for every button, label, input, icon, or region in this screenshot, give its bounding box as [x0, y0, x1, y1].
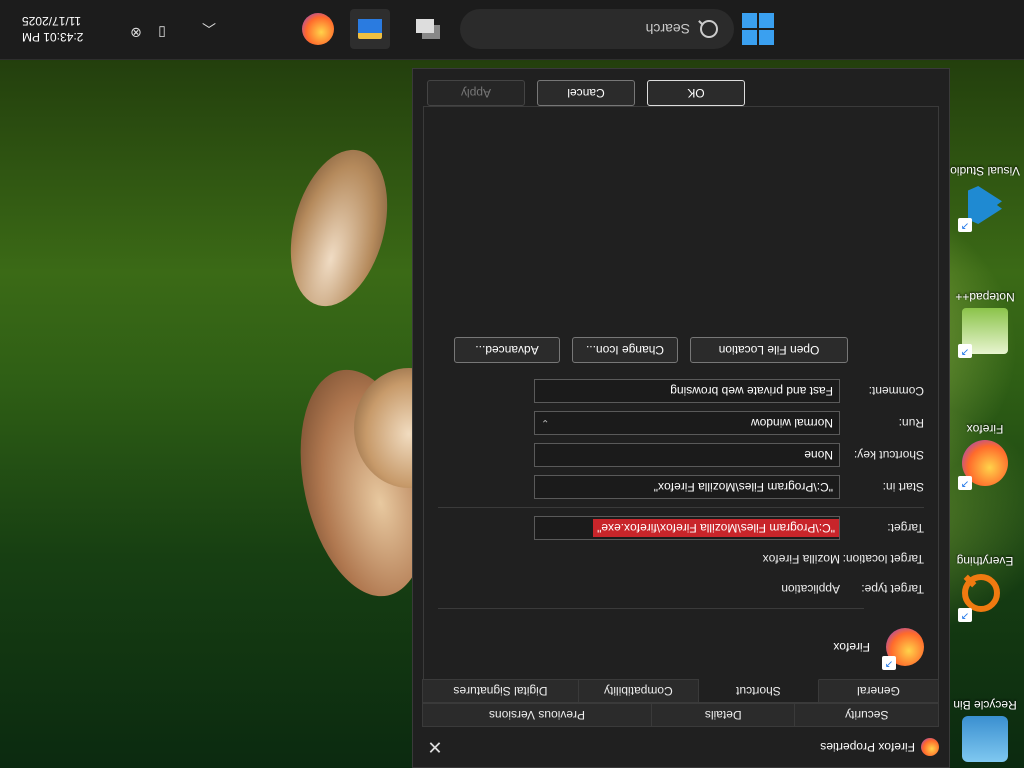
notepad-plus-plus-icon: ↗	[958, 308, 1008, 358]
change-icon-button[interactable]: Change Icon...	[572, 337, 678, 363]
advanced-button[interactable]: Advanced...	[454, 337, 560, 363]
desktop-icon-label: Visual Studio Code	[950, 164, 1020, 178]
chevron-up-icon[interactable]: ︿	[202, 19, 216, 39]
shortcut-arrow-icon: ↗	[958, 608, 972, 622]
network-disconnected-icon[interactable]: ⊗	[126, 21, 146, 41]
shortcut-arrow-icon: ↗	[882, 656, 896, 670]
app-name: Firefox	[833, 640, 870, 654]
open-file-location-button[interactable]: Open File Location	[690, 337, 848, 363]
firefox-icon	[921, 738, 939, 756]
battery-icon[interactable]: ▯	[152, 21, 172, 41]
ok-button[interactable]: OK	[647, 80, 745, 106]
desktop-icon-label: Notepad++	[955, 290, 1015, 304]
comment-field[interactable]: Fast and private web browsing	[534, 379, 840, 403]
windows-logo-icon	[759, 30, 774, 45]
run-select[interactable]: Normal window ⌄	[534, 411, 840, 435]
shortcut-arrow-icon: ↗	[958, 476, 972, 490]
everything-icon: ↗	[958, 572, 1008, 622]
dialog-titlebar[interactable]: Firefox Properties ✕	[413, 727, 949, 767]
search-placeholder: Search	[645, 21, 690, 37]
target-type-value: Application	[781, 582, 840, 596]
task-view-icon	[416, 19, 434, 33]
clock-time: 2:43:01 PM	[22, 30, 84, 44]
tab-strip: Security Details Previous Versions Gener…	[422, 679, 939, 727]
desktop-icon-label: Firefox	[966, 422, 1004, 436]
desktop-icon-label: Everything	[956, 554, 1014, 568]
dialog-footer: OK Cancel Apply	[413, 69, 949, 117]
cancel-button[interactable]: Cancel	[537, 80, 635, 106]
task-view-button[interactable]	[412, 13, 444, 45]
windows-logo-icon	[742, 13, 757, 28]
close-button[interactable]: ✕	[423, 735, 447, 759]
clock-date: 11/17/2025	[22, 14, 82, 28]
desktop-icon-label: Recycle Bin	[953, 698, 1017, 712]
start-in-label: Start in:	[882, 480, 924, 494]
comment-label: Comment:	[868, 384, 924, 398]
tab-shortcut[interactable]: Shortcut	[697, 679, 819, 703]
start-button[interactable]	[742, 13, 774, 45]
shortcut-arrow-icon: ↗	[958, 344, 972, 358]
taskbar: Search ︿ ▯ ⊗ 2:43:01 PM 11/17/2025	[0, 0, 1024, 60]
tab-digital-signatures[interactable]: Digital Signatures	[422, 679, 579, 703]
firefox-taskbar-button[interactable]	[302, 13, 334, 45]
windows-logo-icon	[759, 13, 774, 28]
dialog-title: Firefox Properties	[820, 740, 915, 754]
desktop-icon-recycle-bin[interactable]: Recycle Bin	[950, 698, 1020, 762]
tab-compatibility[interactable]: Compatibility	[577, 679, 699, 703]
firefox-icon: ↗	[882, 628, 924, 670]
target-field[interactable]: "C:\Program Files\Mozilla Firefox\firefo…	[534, 516, 840, 540]
search-box[interactable]: Search	[460, 9, 734, 49]
clock[interactable]: 2:43:01 PM 11/17/2025	[22, 13, 104, 45]
apply-button[interactable]: Apply	[427, 80, 525, 106]
tab-previous-versions[interactable]: Previous Versions	[422, 703, 652, 727]
search-icon	[700, 20, 718, 38]
divider	[438, 608, 864, 609]
target-label: Target:	[887, 521, 924, 535]
start-in-field[interactable]: "C:\Program Files\Mozilla Firefox"	[534, 475, 840, 499]
target-location-value: Mozilla Firefox	[762, 552, 840, 566]
target-location-label: Target location:	[842, 552, 924, 566]
shortcut-key-label: Shortcut key:	[853, 448, 924, 462]
target-type-label: Target type:	[861, 582, 924, 596]
run-select-value: Normal window	[750, 416, 833, 430]
kitten-paw	[274, 139, 404, 317]
desktop-icon-everything[interactable]: ↗ Everything	[950, 554, 1020, 622]
file-explorer-button[interactable]	[350, 9, 390, 49]
divider	[438, 507, 924, 508]
windows-logo-icon	[742, 30, 757, 45]
firefox-properties-dialog: Firefox Properties ✕ Security Details Pr…	[412, 68, 950, 768]
folder-icon	[358, 19, 382, 33]
shortcut-panel: ↗ Firefox Target type: Application Targe…	[423, 106, 939, 679]
firefox-desktop-icon: ↗	[958, 440, 1008, 490]
shortcut-key-field[interactable]: None	[534, 443, 840, 467]
shortcut-arrow-icon: ↗	[958, 218, 972, 232]
desktop-icon-firefox[interactable]: ↗ Firefox	[950, 422, 1020, 490]
tab-security[interactable]: Security	[794, 703, 939, 727]
desktop-icon-notepad[interactable]: ↗ Notepad++	[950, 290, 1020, 358]
run-label: Run:	[898, 416, 924, 430]
recycle-bin-icon	[962, 716, 1008, 762]
target-field-selection: "C:\Program Files\Mozilla Firefox\firefo…	[593, 519, 839, 537]
desktop-icon-vscode[interactable]: ↗ Visual Studio Code	[950, 164, 1020, 232]
tab-general[interactable]: General	[817, 679, 939, 703]
vscode-icon: ↗	[958, 182, 1008, 232]
tab-details[interactable]: Details	[651, 703, 796, 727]
chevron-down-icon: ⌄	[541, 417, 550, 429]
